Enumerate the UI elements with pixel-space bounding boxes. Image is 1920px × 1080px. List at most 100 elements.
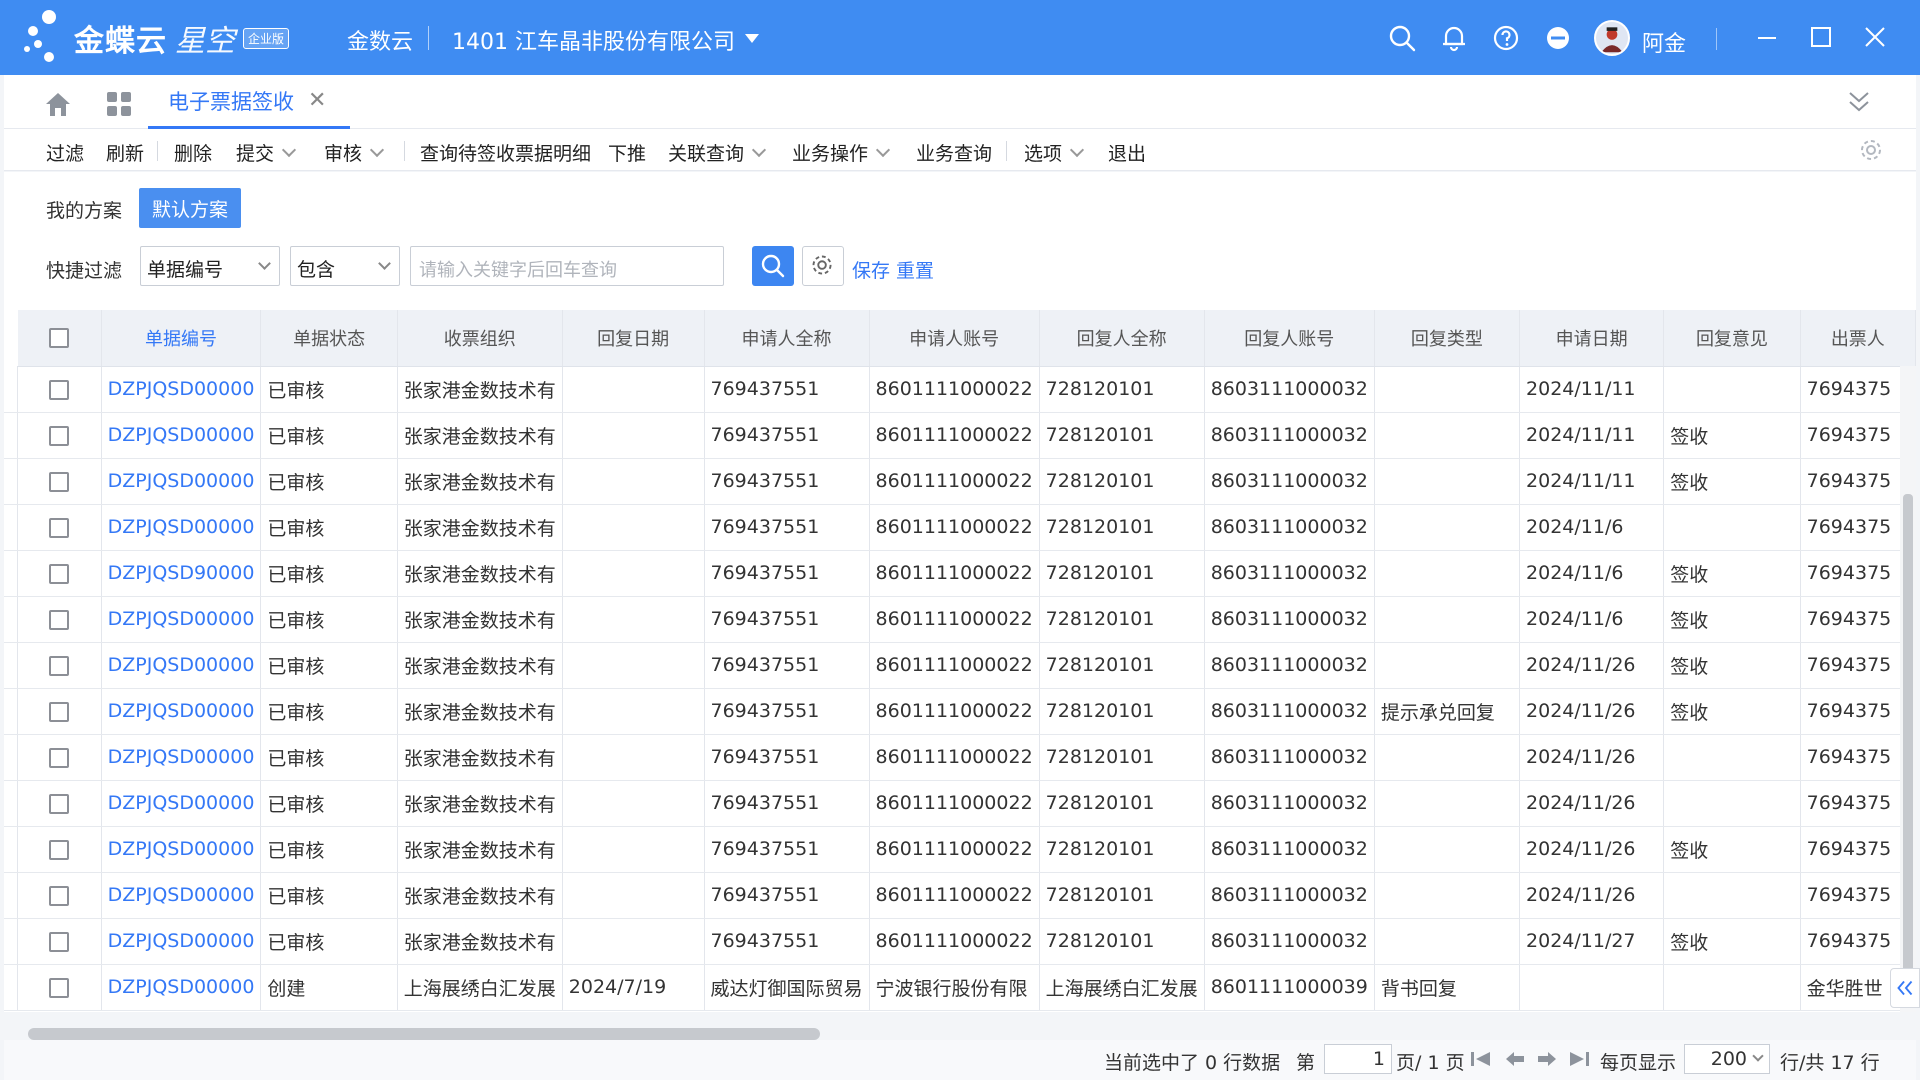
table-row[interactable]: DZPJQSD00000 已审核 张家港金数技术有 769437551 86011110… (4, 366, 1916, 413)
filter-button[interactable]: 过滤 (46, 139, 84, 166)
checkbox[interactable] (49, 839, 70, 860)
page-size-select[interactable]: 200 (1684, 1044, 1770, 1074)
col-bill-no[interactable]: 单据编号 (101, 310, 262, 367)
table-row[interactable]: DZPJQSD00000 已审核 张家港金数技术有 769437551 86011110… (4, 458, 1916, 505)
cell-bill-no[interactable]: DZPJQSD00000 (101, 734, 262, 781)
col-applicant-account[interactable]: 申请人账号 (869, 310, 1040, 367)
next-page-icon[interactable] (1536, 1050, 1558, 1068)
col-replier-name[interactable]: 回复人全称 (1039, 310, 1205, 367)
save-plan-link[interactable]: 保存 (852, 256, 890, 283)
options-menu[interactable]: 选项 (1024, 139, 1085, 166)
tenant-name[interactable]: 金数云 (347, 24, 413, 56)
col-reply-opinion[interactable]: 回复意见 (1663, 310, 1801, 367)
table-row[interactable]: DZPJQSD00000 已审核 张家港金数技术有 769437551 86011110… (4, 412, 1916, 459)
org-selector[interactable]: 1401 江车晶非股份有限公司 (452, 24, 735, 56)
home-icon[interactable] (44, 91, 72, 117)
table-row[interactable]: DZPJQSD00000 已审核 张家港金数技术有 769437551 86011110… (4, 642, 1916, 689)
col-reply-type[interactable]: 回复类型 (1374, 310, 1521, 367)
cell-bill-no[interactable]: DZPJQSD00000 (101, 412, 262, 459)
submit-menu[interactable]: 提交 (236, 139, 297, 166)
cell-bill-no[interactable]: DZPJQSD00000 (101, 780, 262, 827)
cell-bill-no[interactable]: DZPJQSD00000 (101, 642, 262, 689)
cell-bill-no[interactable]: DZPJQSD00000 (101, 504, 262, 551)
col-applicant-name[interactable]: 申请人全称 (704, 310, 870, 367)
checkbox[interactable] (49, 747, 70, 768)
table-row[interactable]: DZPJQSD00000 已审核 张家港金数技术有 769437551 86011110… (4, 780, 1916, 827)
row-checkbox-cell[interactable] (17, 780, 102, 827)
table-row[interactable]: DZPJQSD00000 已审核 张家港金数技术有 769437551 86011110… (4, 872, 1916, 919)
row-checkbox-cell[interactable] (17, 688, 102, 735)
row-checkbox-cell[interactable] (17, 872, 102, 919)
table-row[interactable]: DZPJQSD00000 已审核 张家港金数技术有 769437551 86011110… (4, 826, 1916, 873)
cell-bill-no[interactable]: DZPJQSD00000 (101, 964, 262, 1011)
col-drawer[interactable]: 出票人 (1800, 310, 1916, 367)
checkbox[interactable] (49, 328, 70, 349)
checkbox[interactable] (49, 793, 70, 814)
tab-electronic-bill-receipt[interactable]: 电子票据签收 ✕ (148, 75, 351, 129)
table-row[interactable]: DZPJQSD00000 已审核 张家港金数技术有 769437551 86011110… (4, 504, 1916, 551)
col-apply-date[interactable]: 申请日期 (1519, 310, 1665, 367)
push-down-button[interactable]: 下推 (608, 139, 646, 166)
table-row[interactable]: DZPJQSD00000 已审核 张家港金数技术有 769437551 86011110… (4, 596, 1916, 643)
page-number-input[interactable]: 1 (1324, 1044, 1392, 1074)
row-checkbox-cell[interactable] (17, 642, 102, 689)
checkbox[interactable] (49, 931, 70, 952)
cell-bill-no[interactable]: DZPJQSD00000 (101, 458, 262, 505)
app-grid-icon[interactable] (106, 91, 132, 117)
row-checkbox-cell[interactable] (17, 964, 102, 1011)
table-row[interactable]: DZPJQSD00000 创建 上海展绣白汇发展 2024/7/19 威达灯御国际贸易宁… (4, 964, 1916, 1011)
table-row[interactable]: DZPJQSD00000 已审核 张家港金数技术有 769437551 86011110… (4, 918, 1916, 965)
vertical-scrollbar[interactable] (1900, 366, 1916, 1012)
checkbox[interactable] (49, 425, 70, 446)
my-plans-label[interactable]: 我的方案 (46, 196, 122, 223)
scrollbar-thumb[interactable] (1903, 494, 1913, 1006)
last-page-icon[interactable] (1568, 1050, 1590, 1068)
org-dropdown-icon[interactable] (745, 34, 759, 43)
col-replier-account[interactable]: 回复人账号 (1204, 310, 1375, 367)
row-checkbox-cell[interactable] (17, 918, 102, 965)
row-checkbox-cell[interactable] (17, 412, 102, 459)
checkbox[interactable] (49, 471, 70, 492)
bell-icon[interactable] (1440, 24, 1468, 52)
first-page-icon[interactable] (1470, 1050, 1492, 1068)
row-checkbox-cell[interactable] (17, 596, 102, 643)
cell-bill-no[interactable]: DZPJQSD00000 (101, 366, 262, 413)
minimize-icon[interactable] (1752, 22, 1782, 52)
exit-button[interactable]: 退出 (1108, 139, 1146, 166)
search-button[interactable] (752, 246, 794, 286)
horizontal-scrollbar[interactable] (4, 1024, 1848, 1040)
avatar[interactable] (1594, 20, 1630, 56)
checkbox[interactable] (49, 609, 70, 630)
collapse-chevrons-icon[interactable] (1848, 89, 1870, 115)
row-checkbox-cell[interactable] (17, 826, 102, 873)
default-plan-button[interactable]: 默认方案 (139, 188, 241, 228)
row-checkbox-cell[interactable] (17, 734, 102, 781)
checkbox[interactable] (49, 517, 70, 538)
checkbox[interactable] (49, 563, 70, 584)
business-query-button[interactable]: 业务查询 (916, 139, 992, 166)
cell-bill-no[interactable]: DZPJQSD00000 (101, 872, 262, 919)
filter-settings-button[interactable] (802, 246, 844, 286)
related-query-menu[interactable]: 关联查询 (668, 139, 767, 166)
business-ops-menu[interactable]: 业务操作 (792, 139, 891, 166)
cell-bill-no[interactable]: DZPJQSD00000 (101, 918, 262, 965)
delete-button[interactable]: 删除 (174, 139, 212, 166)
minus-circle-icon[interactable] (1544, 24, 1572, 52)
table-row[interactable]: DZPJQSD00000 已审核 张家港金数技术有 769437551 86011110… (4, 734, 1916, 781)
checkbox[interactable] (49, 885, 70, 906)
checkbox[interactable] (49, 655, 70, 676)
cell-bill-no[interactable]: DZPJQSD00000 (101, 596, 262, 643)
filter-field-select[interactable]: 单据编号 (140, 246, 280, 286)
row-checkbox-cell[interactable] (17, 550, 102, 597)
refresh-button[interactable]: 刷新 (106, 139, 144, 166)
row-checkbox-cell[interactable] (17, 366, 102, 413)
row-checkbox-cell[interactable] (17, 504, 102, 551)
query-pending-bills-button[interactable]: 查询待签收票据明细 (420, 139, 591, 166)
checkbox[interactable] (49, 701, 70, 722)
col-receiver-org[interactable]: 收票组织 (397, 310, 563, 367)
tab-close-icon[interactable]: ✕ (308, 88, 326, 113)
side-panel-toggle[interactable] (1890, 968, 1920, 1008)
col-reply-date[interactable]: 回复日期 (562, 310, 705, 367)
keyword-search-input[interactable]: 请输入关键字后回车查询 (410, 246, 724, 286)
checkbox[interactable] (49, 977, 70, 998)
